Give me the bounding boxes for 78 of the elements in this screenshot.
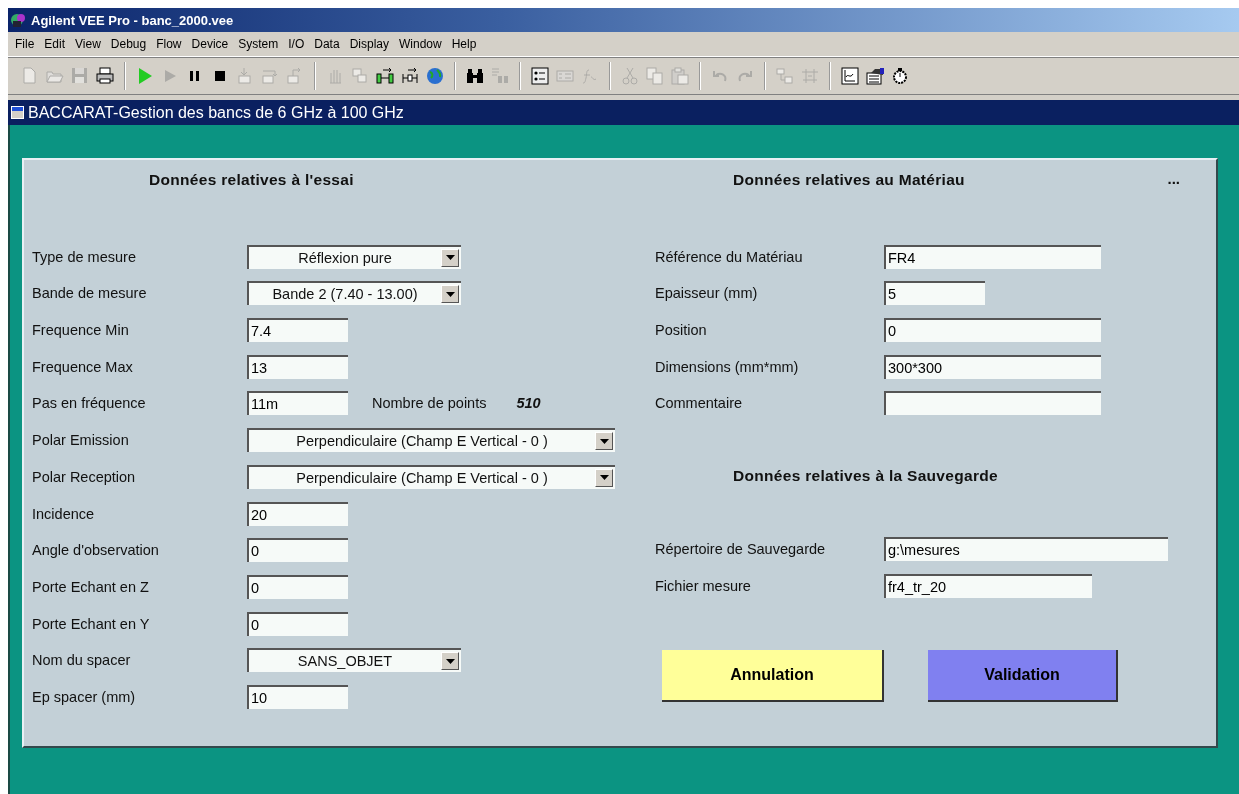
field-label: Ep spacer (mm)	[32, 688, 137, 705]
field-label: Polar Reception	[32, 468, 137, 485]
dropdown-arrow-icon[interactable]	[445, 291, 455, 297]
input-field[interactable]: 10	[247, 684, 348, 709]
menu-item[interactable]: Data	[309, 37, 345, 51]
menu-item[interactable]: Help	[446, 37, 482, 51]
input-field[interactable]	[884, 391, 1101, 416]
dropdown[interactable]: Bande 2 (7.40 - 13.00)	[247, 281, 461, 306]
field-label: Porte Echant en Z	[32, 578, 150, 595]
field-label: Nom du spacer	[32, 652, 132, 669]
menu-item[interactable]: Flow	[151, 37, 187, 51]
field-label: Dimensions (mm*mm)	[655, 358, 800, 375]
menu-item[interactable]: File	[10, 37, 40, 51]
chart-icon[interactable]	[840, 66, 860, 86]
menu-item[interactable]: View	[70, 37, 106, 51]
list-icon[interactable]	[530, 66, 550, 86]
input-field[interactable]: 7.4	[247, 318, 348, 343]
properties-icon[interactable]	[865, 66, 885, 86]
menu-item[interactable]: Debug	[105, 37, 152, 51]
dropdown[interactable]: SANS_OBJET	[247, 648, 461, 673]
connector-icon[interactable]	[400, 66, 420, 86]
menu-item[interactable]: System	[233, 37, 284, 51]
input-field[interactable]: 20	[247, 501, 348, 526]
binoculars-icon[interactable]	[465, 66, 485, 86]
section-heading: Données relatives à la Sauvegarde	[733, 466, 998, 487]
dropdown-arrow-icon[interactable]	[599, 438, 609, 444]
input-field[interactable]: 13	[247, 354, 348, 379]
action-button[interactable]: Annulation	[662, 650, 884, 703]
dropdown-arrow-icon[interactable]	[445, 658, 455, 664]
more-indicator: ...	[1167, 170, 1180, 187]
field-label: Epaisseur (mm)	[655, 285, 759, 302]
field-label: Incidence	[32, 505, 96, 522]
field-label: Bande de mesure	[32, 285, 148, 302]
action-button[interactable]: Validation	[928, 650, 1118, 703]
connector-icon[interactable]	[375, 66, 395, 86]
dropdown[interactable]: Réflexion pure	[247, 244, 461, 269]
dropdown-arrow-icon[interactable]	[445, 255, 455, 261]
input-field[interactable]: 300*300	[884, 354, 1101, 379]
input-field[interactable]: 0	[247, 611, 348, 636]
stopwatch-icon[interactable]	[890, 66, 910, 86]
input-field[interactable]: g:\mesures	[884, 536, 1168, 561]
field-label: Pas en fréquence	[32, 395, 147, 412]
readout-label: Nombre de points	[372, 395, 487, 412]
field-label: Angle d'observation	[32, 542, 160, 559]
field-label: Frequence Min	[32, 322, 130, 339]
dropdown-arrow-icon[interactable]	[599, 475, 609, 481]
menu-item[interactable]: Display	[344, 37, 394, 51]
window-icon	[11, 106, 24, 119]
menu-item[interactable]: I/O	[283, 37, 310, 51]
field-label: Type de mesure	[32, 248, 137, 265]
input-field[interactable]: fr4_tr_20	[884, 573, 1092, 598]
field-label: Commentaire	[655, 395, 744, 412]
dropdown[interactable]: Perpendiculaire (Champ E Vertical - 0 )	[247, 428, 615, 453]
input-field[interactable]: FR4	[884, 244, 1101, 269]
panel-title: BACCARAT-Gestion des bancs de 6 GHz à 100 GHz	[28, 103, 404, 122]
field-label: Référence du Matériau	[655, 248, 804, 265]
input-field[interactable]: 11m	[247, 391, 348, 416]
readout-value: 510	[516, 395, 541, 412]
section-heading: Données relatives au Matériau	[733, 170, 965, 190]
section-heading: Données relatives à l'essai	[149, 170, 354, 190]
input-field[interactable]: 0	[884, 318, 1101, 343]
field-label: Position	[655, 322, 708, 339]
menu-item[interactable]: Window	[394, 37, 447, 51]
menu-item[interactable]: Edit	[39, 37, 71, 51]
input-field[interactable]: 5	[884, 281, 985, 306]
window-title: Agilent VEE Pro - banc_2000.vee	[31, 12, 234, 28]
menu-item[interactable]: Device	[186, 37, 234, 51]
field-label: Répertoire de Sauvegarde	[655, 540, 827, 557]
dropdown[interactable]: Perpendiculaire (Champ E Vertical - 0 )	[247, 464, 615, 489]
field-label: Fichier mesure	[655, 577, 752, 594]
printer-icon[interactable]	[95, 66, 115, 86]
field-label: Polar Emission	[32, 432, 130, 449]
field-label: Frequence Max	[32, 358, 134, 375]
globe-icon[interactable]	[425, 66, 445, 86]
input-field[interactable]: 0	[247, 538, 348, 563]
field-label: Porte Echant en Y	[32, 615, 151, 632]
app-logo-icon	[10, 12, 28, 28]
input-field[interactable]: 0	[247, 574, 348, 599]
